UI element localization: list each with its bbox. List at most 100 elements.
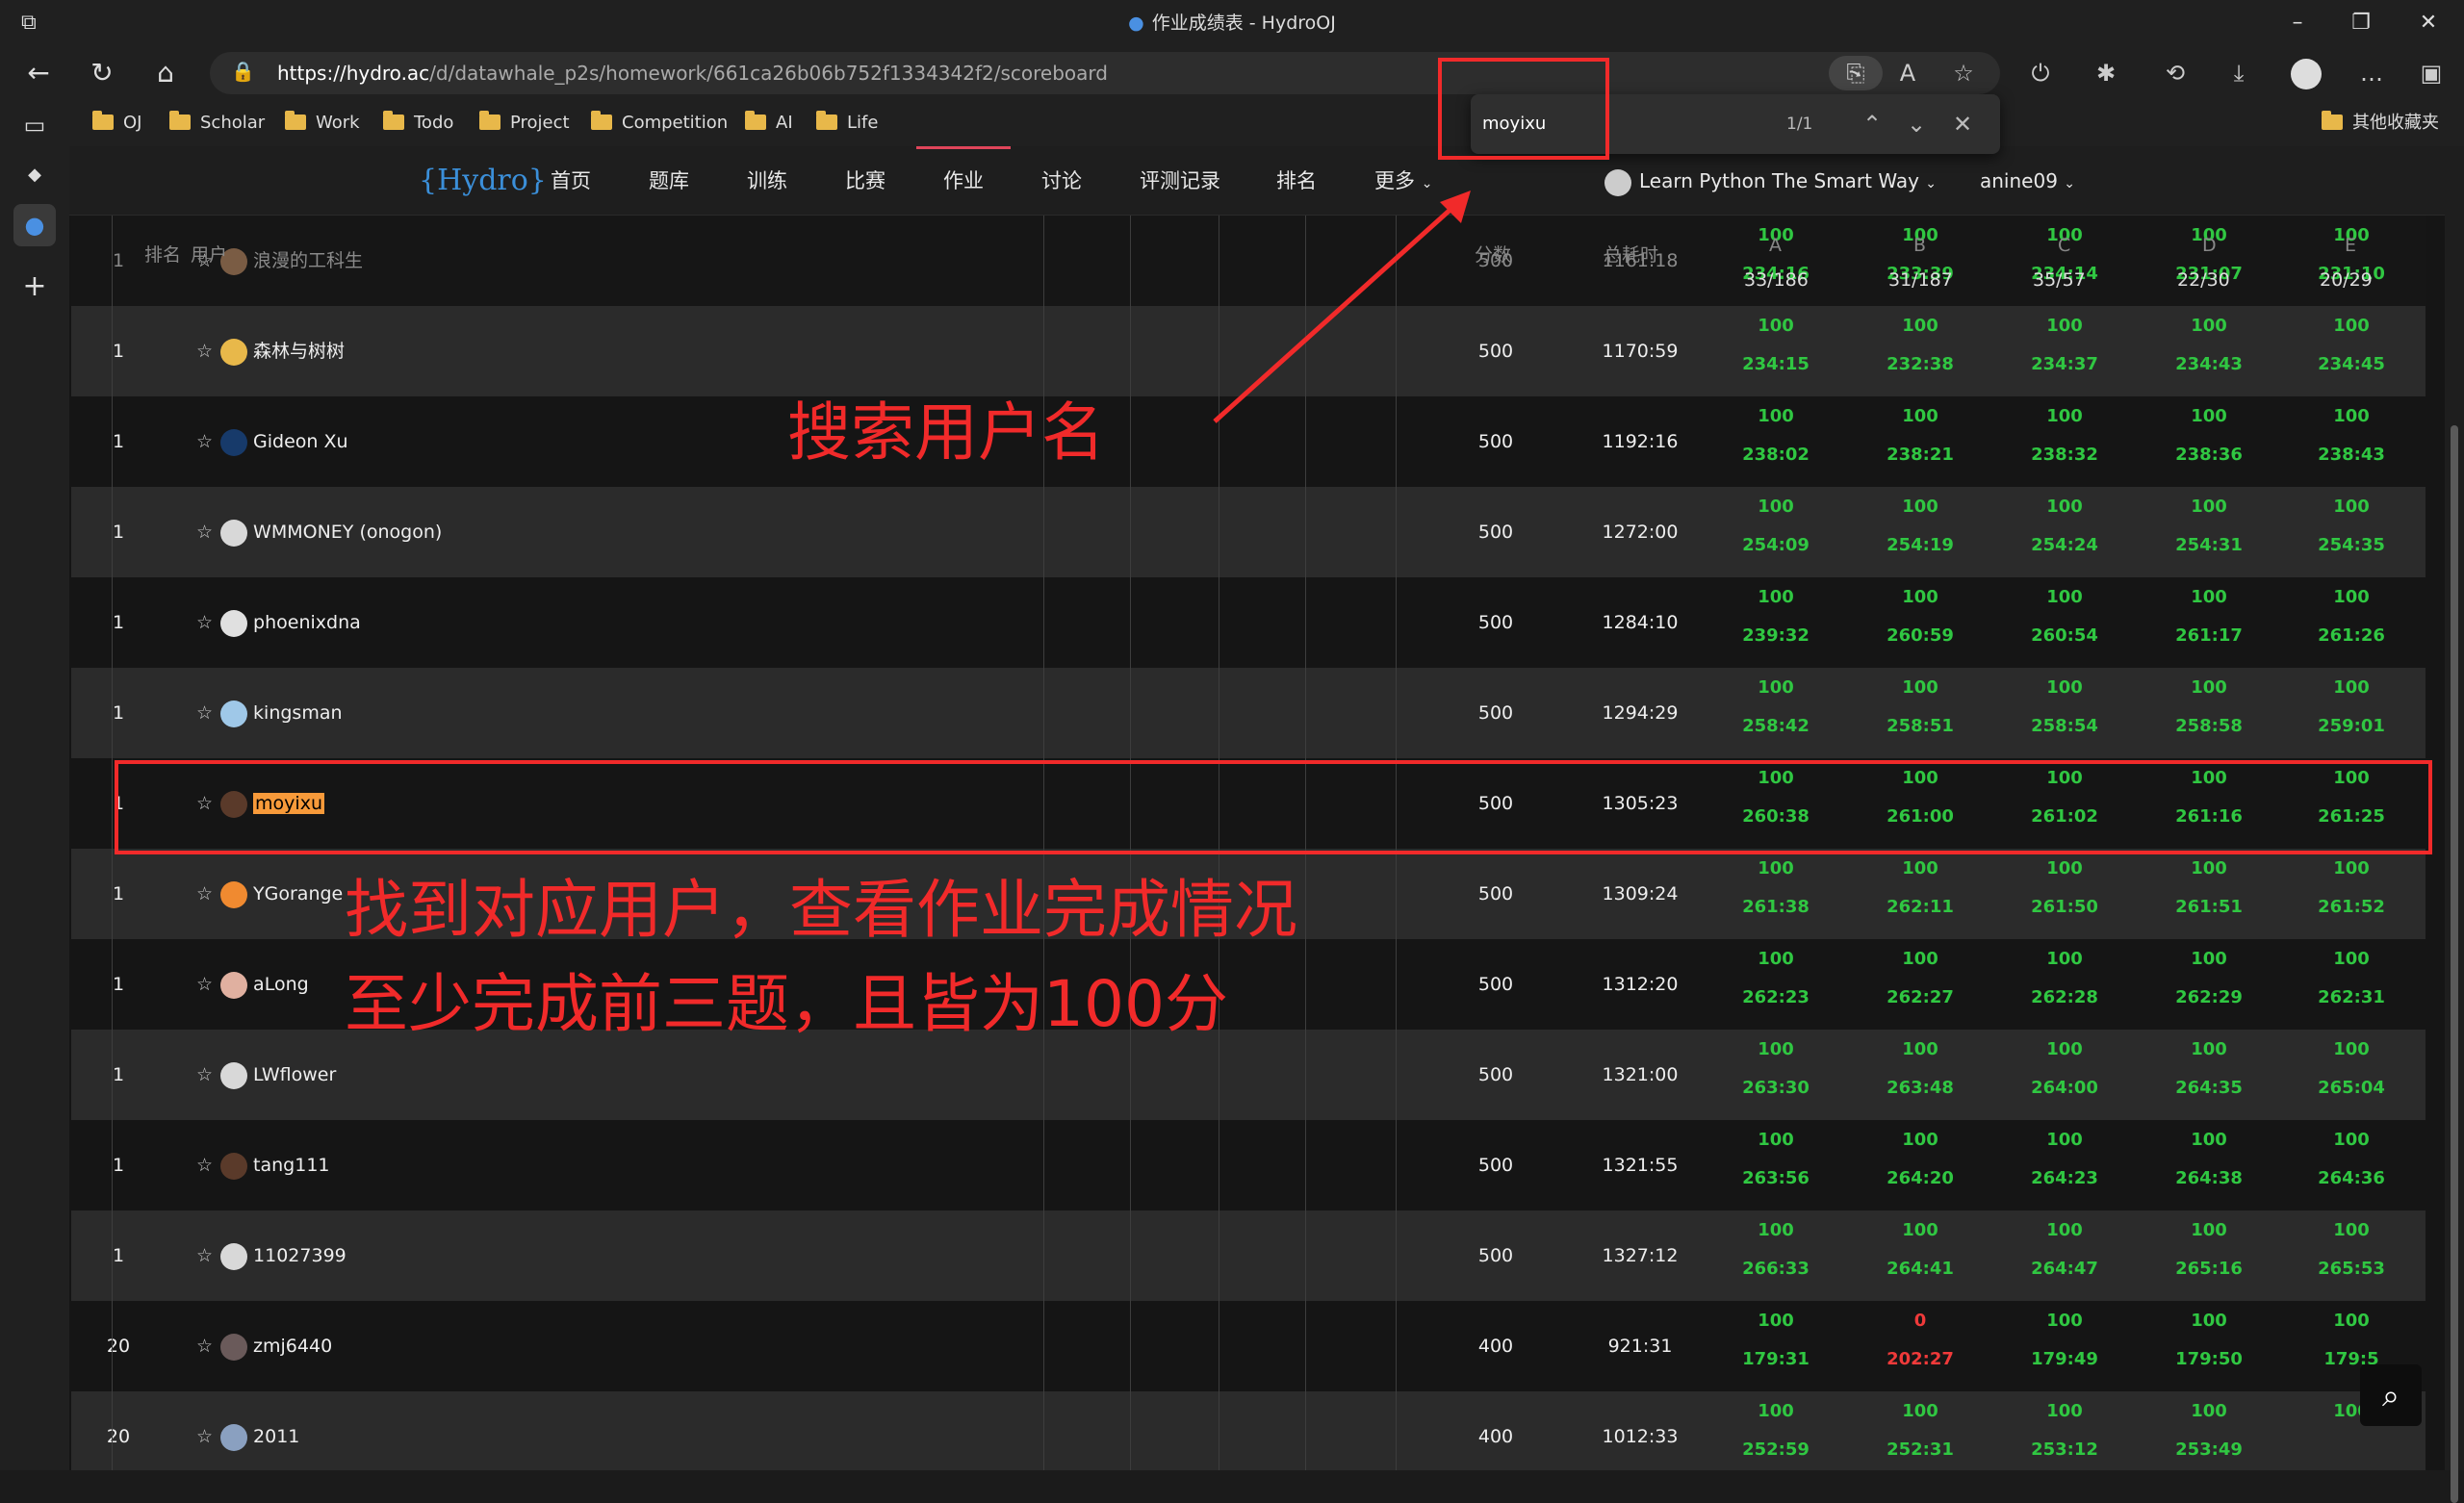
problem-cell[interactable]: 100 252:59 (1704, 1391, 1848, 1470)
problem-cell[interactable]: 100 261:38 (1704, 849, 1848, 939)
problem-header[interactable]: A (1769, 235, 1782, 256)
username-link[interactable]: aLong (253, 974, 309, 995)
copilot-icon[interactable]: ◆ (13, 154, 56, 196)
problem-cell[interactable]: 100 262:23 (1704, 939, 1848, 1030)
page-scrollbar[interactable] (2445, 146, 2464, 1503)
problem-header[interactable]: D (2202, 235, 2217, 256)
problem-cell[interactable]: 100 253:49 (2137, 1391, 2281, 1470)
nav-ranking[interactable]: 排名 (1276, 146, 1317, 216)
sidebar-toggle-icon[interactable]: ▣ (2412, 56, 2451, 90)
star-icon[interactable]: ☆ (196, 1426, 213, 1447)
nav-training[interactable]: 训练 (747, 146, 787, 216)
problem-cell[interactable]: 100 265:04 (2279, 1030, 2424, 1120)
problem-cell[interactable]: 100 261:52 (2279, 849, 2424, 939)
problem-cell[interactable]: 100 264:38 (2137, 1120, 2281, 1210)
username-link[interactable]: 11027399 (253, 1245, 346, 1266)
problem-cell[interactable]: 100 253:12 (1992, 1391, 2137, 1470)
search-icon[interactable]: ⌕ (2360, 1364, 2422, 1426)
problem-cell[interactable]: 100 265:53 (2279, 1210, 2424, 1301)
problem-cell[interactable]: 0 202:27 (1848, 1301, 1992, 1391)
problem-cell[interactable]: 100 254:24 (1992, 487, 2137, 577)
bookmark-folder[interactable]: Life (816, 110, 878, 137)
problem-cell[interactable]: 100 261:02 (1992, 758, 2137, 849)
site-logo[interactable]: {Hydro} (419, 146, 547, 216)
username-link[interactable]: 森林与树树 (253, 341, 345, 362)
back-icon[interactable]: ← (19, 54, 58, 92)
problem-cell[interactable]: 100 179:49 (1992, 1301, 2137, 1391)
extensions-icon[interactable]: ✱ (2087, 56, 2125, 90)
problem-cell[interactable]: 100 261:51 (2137, 849, 2281, 939)
problem-cell[interactable]: 100 179:50 (2137, 1301, 2281, 1391)
tabs-icon[interactable]: ▭ (13, 104, 56, 146)
problem-cell[interactable]: 100 262:11 (1848, 849, 1992, 939)
chevron-up-icon[interactable]: ⌃ (1856, 108, 1888, 140)
username-link[interactable]: 2011 (253, 1426, 299, 1447)
read-aloud-icon[interactable]: A (1888, 56, 1927, 90)
nav-homework[interactable]: 作业 (916, 146, 1011, 216)
url-field[interactable]: 🔒 https://hydro.ac/d/datawhale_p2s/homew… (210, 52, 2000, 94)
problem-cell[interactable]: 100 261:16 (2137, 758, 2281, 849)
problem-cell[interactable]: 100 264:23 (1992, 1120, 2137, 1210)
problem-cell[interactable]: 100 258:51 (1848, 668, 1992, 758)
star-icon[interactable]: ☆ (196, 1336, 213, 1357)
star-icon[interactable]: ☆ (196, 793, 213, 814)
username-link[interactable]: YGorange (253, 883, 343, 904)
nav-more[interactable]: 更多 ⌄ (1374, 146, 1432, 216)
bookmark-folder[interactable]: Todo (383, 110, 453, 137)
username-link[interactable]: phoenixdna (253, 612, 361, 633)
username-link[interactable]: WMMONEY (onogon) (253, 522, 442, 543)
other-bookmarks[interactable]: 其他收藏夹 (2322, 110, 2439, 137)
problem-cell[interactable]: 100 233:39 (1848, 216, 1992, 306)
column-header[interactable]: 总耗时 (1604, 241, 1658, 267)
problem-cell[interactable]: 100 262:27 (1848, 939, 1992, 1030)
problem-cell[interactable]: 100 258:58 (2137, 668, 2281, 758)
problem-cell[interactable]: 100 234:43 (2137, 306, 2281, 396)
problem-cell[interactable]: 100 265:16 (2137, 1210, 2281, 1301)
nav-records[interactable]: 评测记录 (1140, 146, 1220, 216)
star-icon[interactable]: ☆ (196, 431, 213, 452)
problem-cell[interactable]: 100 231:10 (2279, 216, 2424, 306)
problem-cell[interactable]: 100 262:28 (1992, 939, 2137, 1030)
username-link[interactable]: moyixu (253, 793, 324, 814)
problem-cell[interactable]: 100 258:42 (1704, 668, 1848, 758)
problem-header[interactable]: B (1913, 235, 1926, 256)
problem-cell[interactable]: 100 259:01 (2279, 668, 2424, 758)
problem-cell[interactable]: 100 264:20 (1848, 1120, 1992, 1210)
problem-cell[interactable]: 100 254:31 (2137, 487, 2281, 577)
problem-cell[interactable]: 100 264:00 (1992, 1030, 2137, 1120)
column-header[interactable]: 排名 (144, 241, 181, 267)
problem-cell[interactable]: 100 234:45 (2279, 306, 2424, 396)
nav-problems[interactable]: 题库 (649, 146, 689, 216)
bookmark-folder[interactable]: AI (745, 110, 793, 137)
problem-cell[interactable]: 100 260:54 (1992, 577, 2137, 668)
username-link[interactable]: Gideon Xu (253, 431, 348, 452)
extension-power-icon[interactable]: ⏻ (2021, 56, 2060, 90)
problem-cell[interactable]: 100 260:38 (1704, 758, 1848, 849)
problem-header[interactable]: C (2058, 235, 2070, 256)
problem-cell[interactable]: 100 258:54 (1992, 668, 2137, 758)
chevron-down-icon[interactable]: ⌄ (1900, 108, 1933, 140)
star-icon[interactable]: ☆ (196, 702, 213, 724)
problem-cell[interactable]: 100 252:31 (1848, 1391, 1992, 1470)
course-selector[interactable]: Learn Python The Smart Way ⌄ (1604, 146, 1937, 218)
star-icon[interactable]: ☆ (196, 883, 213, 904)
user-menu[interactable]: anine09 ⌄ (1980, 146, 2075, 218)
download-icon[interactable]: ⤓ (2220, 56, 2258, 90)
problem-cell[interactable]: 100 234:14 (1992, 216, 2137, 306)
problem-cell[interactable]: 100 254:35 (2279, 487, 2424, 577)
translate-icon[interactable]: ⎘ (1829, 56, 1883, 90)
problem-cell[interactable]: 100 261:25 (2279, 758, 2424, 849)
add-icon[interactable]: + (13, 266, 56, 308)
problem-cell[interactable]: 100 261:00 (1848, 758, 1992, 849)
nav-discussion[interactable]: 讨论 (1041, 146, 1082, 216)
username-link[interactable]: tang111 (253, 1155, 329, 1176)
problem-cell[interactable]: 100 260:59 (1848, 577, 1992, 668)
problem-cell[interactable]: 100 234:37 (1992, 306, 2137, 396)
bookmark-folder[interactable]: Work (285, 110, 360, 137)
problem-cell[interactable]: 100 179:31 (1704, 1301, 1848, 1391)
problem-cell[interactable]: 100 264:41 (1848, 1210, 1992, 1301)
problem-cell[interactable]: 100 234:16 (1704, 216, 1848, 306)
problem-cell[interactable]: 100 238:02 (1704, 396, 1848, 487)
username-link[interactable]: zmj6440 (253, 1336, 332, 1357)
bookmark-folder[interactable]: Scholar (169, 110, 265, 137)
